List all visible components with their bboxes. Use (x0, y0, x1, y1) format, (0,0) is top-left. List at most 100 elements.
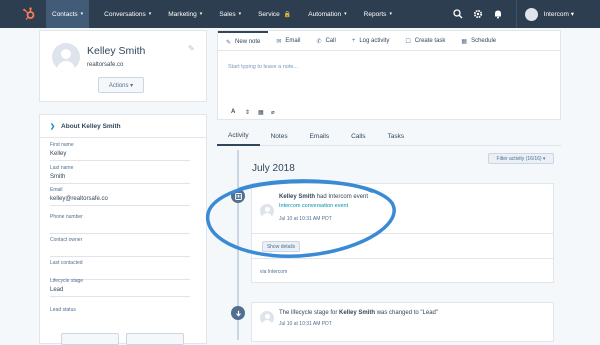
event-actor[interactable]: Kelley Smith (339, 310, 375, 316)
task-icon: ☐ (405, 38, 411, 45)
field-first-name[interactable]: First name Kelley (50, 142, 190, 161)
table-icon[interactable]: ▦ (258, 109, 264, 116)
contact-avatar (52, 43, 80, 71)
field-underline (50, 205, 190, 206)
field-email[interactable]: Email kelley@realtorsafe.co (50, 187, 190, 206)
nav-divider (515, 0, 517, 28)
tab-emails[interactable]: Emails (299, 126, 341, 146)
field-value[interactable] (50, 246, 190, 253)
nav-reports[interactable]: Reports ▾ (362, 0, 394, 28)
tab-calls[interactable]: Calls (340, 126, 376, 146)
nav-conversations[interactable]: Conversations ▾ (102, 0, 153, 28)
activity-composer: ✎ New note ✉ Email ✆ Call + Log activity ☐ Cr… (217, 30, 561, 120)
event-text: was changed to "Lead" (375, 310, 439, 316)
plus-icon: + (351, 38, 356, 44)
field-value[interactable] (50, 316, 190, 323)
tab-label: Create task (414, 38, 446, 44)
tab-notes[interactable]: Notes (260, 126, 299, 146)
about-section-toggle[interactable]: ❯ About Kelley Smith (50, 123, 121, 130)
actions-button[interactable]: Actions ▾ (98, 77, 144, 93)
filter-activity-button[interactable]: Filter activity (16/16) ▾ (488, 153, 554, 164)
view-properties-button[interactable] (61, 333, 119, 345)
nav-marketing[interactable]: Marketing ▾ (166, 0, 204, 28)
event-avatar (260, 311, 274, 325)
contact-profile-card: Kelley Smith realtorsafe.co ✎ Actions ▾ (39, 30, 207, 102)
note-input[interactable]: Start typing to leave a note... (228, 64, 298, 70)
tab-label: Log activity (359, 38, 390, 44)
nav-sales[interactable]: Sales ▾ (217, 0, 243, 28)
composer-tabs: ✎ New note ✉ Email ✆ Call + Log activity ☐ Cr… (218, 31, 560, 51)
field-value[interactable] (50, 223, 190, 230)
field-value[interactable]: Kelley (50, 151, 190, 157)
event-action: had Intercom event (315, 194, 369, 200)
field-lifecycle-stage[interactable]: Lifecycle stage Lead (50, 278, 190, 297)
divider (40, 137, 206, 138)
account-menu[interactable]: Intercom ▾ (544, 10, 574, 18)
nav-automation[interactable]: Automation ▾ (306, 0, 348, 28)
event-link[interactable]: Intercom conversation event (279, 203, 348, 209)
field-value[interactable] (50, 269, 190, 276)
bell-icon[interactable] (492, 8, 504, 20)
tab-label: Email (285, 38, 301, 44)
tab-create-task[interactable]: ☐ Create task (397, 31, 453, 51)
tab-new-note[interactable]: ✎ New note (218, 31, 269, 51)
timeline-month: July 2018 (252, 163, 295, 174)
search-icon[interactable] (452, 8, 464, 20)
about-contact-card: ❯ About Kelley Smith First name Kelley L… (39, 114, 207, 345)
gear-icon[interactable] (472, 8, 484, 20)
field-underline (50, 233, 190, 234)
field-value[interactable]: Smith (50, 174, 190, 180)
field-label: Last contacted (50, 260, 83, 266)
field-underline (50, 183, 190, 184)
tab-label: New note (235, 39, 261, 45)
tab-tasks[interactable]: Tasks (377, 126, 416, 146)
calendar-icon: ▦ (461, 38, 468, 45)
hubspot-logo[interactable] (20, 5, 38, 23)
tab-call[interactable]: ✆ Call (308, 31, 343, 51)
chevron-down-icon: ❯ (50, 124, 56, 130)
view-history-button[interactable] (126, 333, 184, 345)
field-label: First name (50, 142, 74, 148)
phone-icon: ✆ (316, 38, 322, 45)
field-value[interactable]: kelley@realtorsafe.co (50, 196, 190, 202)
account-avatar[interactable] (524, 7, 538, 21)
field-label: Lifecycle stage (50, 278, 84, 284)
event-timestamp: Jul 10 at 10:31 AM PDT (279, 321, 332, 327)
contact-name: Kelley Smith (87, 45, 146, 57)
tab-label: Call (325, 38, 336, 44)
field-value[interactable]: Lead (50, 287, 190, 293)
text-size-icon[interactable]: ⇕ (245, 109, 250, 116)
tab-activity[interactable]: Activity (217, 126, 260, 146)
field-label: Lead status (50, 307, 76, 313)
attachment-icon[interactable]: ⌀ (271, 109, 275, 116)
tab-schedule[interactable]: ▦ Schedule (453, 31, 504, 51)
timeline-event-lifecycle: The lifecycle stage for Kelley Smith was… (251, 302, 554, 342)
activity-tabs: Activity Notes Emails Calls Tasks (217, 126, 561, 146)
field-phone-number[interactable]: Phone number (50, 214, 190, 234)
field-label: Phone number (50, 214, 83, 220)
tab-log-activity[interactable]: + Log activity (344, 31, 398, 51)
event-title: Kelley Smith had Intercom event (279, 194, 368, 200)
intercom-event-icon (231, 189, 245, 203)
divider (252, 258, 553, 259)
field-last-contacted[interactable]: Last contacted (50, 260, 190, 280)
show-details-button[interactable]: Show details (262, 241, 300, 252)
field-contact-owner[interactable]: Contact owner (50, 237, 190, 257)
field-lead-status[interactable]: Lead status (50, 307, 190, 323)
pencil-icon: ✎ (226, 39, 232, 46)
nav-service[interactable]: Service 🔒 (256, 0, 293, 28)
nav-contacts[interactable]: Contacts ▾ (46, 0, 90, 28)
edit-pencil-icon[interactable]: ✎ (188, 44, 196, 53)
tab-email[interactable]: ✉ Email (268, 31, 308, 51)
tab-label: Schedule (471, 38, 497, 44)
divider (252, 233, 553, 234)
text-format-icon[interactable]: A (231, 109, 235, 115)
field-underline (50, 256, 190, 257)
about-heading: About Kelley Smith (61, 123, 121, 130)
top-navigation: Contacts ▾ Conversations ▾ Marketing ▾ Sale… (0, 0, 600, 28)
event-actor[interactable]: Kelley Smith (279, 194, 315, 200)
field-last-name[interactable]: Last name Smith (50, 165, 190, 184)
contact-domain[interactable]: realtorsafe.co (87, 62, 123, 68)
event-timestamp: Jul 10 at 10:31 AM PDT (279, 216, 332, 222)
event-title: The lifecycle stage for Kelley Smith was… (279, 310, 438, 316)
